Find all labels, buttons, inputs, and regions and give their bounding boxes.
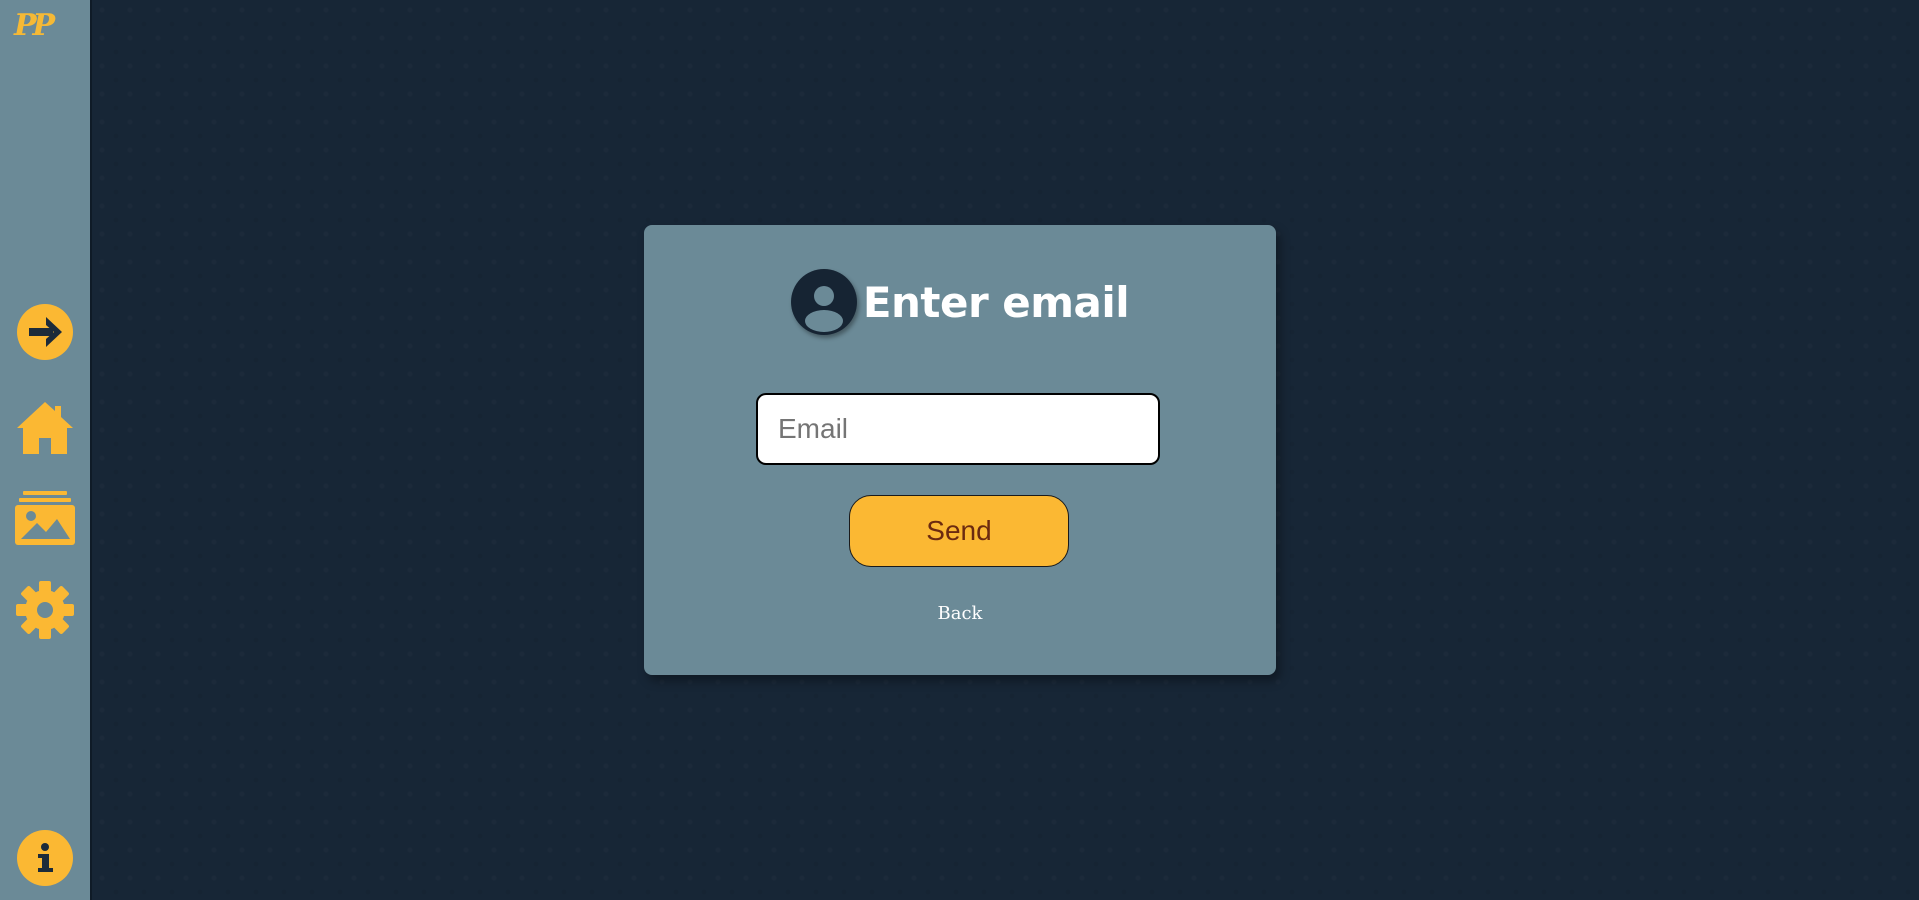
page-title: Enter email [862,277,1130,327]
sidebar-item-login[interactable] [15,302,75,362]
gallery-icon [15,491,75,545]
sidebar-item-home[interactable] [15,398,75,458]
send-button[interactable]: Send [849,495,1069,567]
sidebar-item-settings[interactable] [15,580,75,640]
info-icon [17,830,73,886]
back-link[interactable]: Back [644,603,1276,624]
sidebar: PP [0,0,92,900]
user-icon [790,269,857,335]
card-header: Enter email [644,267,1276,337]
sidebar-item-gallery[interactable] [15,487,75,547]
sidebar-item-info[interactable] [15,828,75,888]
arrow-right-circle-icon [17,304,73,360]
gear-icon [16,581,74,639]
home-icon [17,402,73,454]
email-card: Enter email Send Back [644,225,1276,675]
logo: PP [14,8,55,43]
email-field[interactable] [756,393,1160,465]
